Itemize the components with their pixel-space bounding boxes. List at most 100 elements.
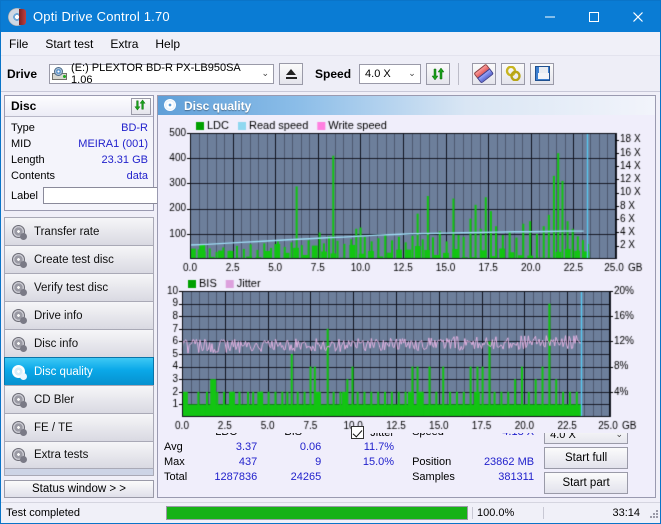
charts-container xyxy=(158,115,655,433)
disc-info-header: Disc xyxy=(5,96,153,117)
refresh-icon xyxy=(431,67,445,81)
samples-row: Samples 381311 xyxy=(412,470,534,485)
sidebar-item-label: Create test disc xyxy=(34,253,114,266)
status-window-button[interactable]: Status window > > xyxy=(4,480,154,498)
disc-row-mid: MID MEIRA1 (001) xyxy=(11,136,148,152)
window-title: Opti Drive Control 1.70 xyxy=(33,9,170,24)
disc-icon xyxy=(12,448,27,463)
speed-select-value: 4.0 X xyxy=(365,67,391,80)
jitter-avg-value: 11.7% xyxy=(363,441,395,453)
sidebar-item-drive-info[interactable]: Drive info xyxy=(4,301,154,329)
disc-row-contents: Contents data xyxy=(11,168,148,184)
disc-info-title: Disc xyxy=(11,99,37,113)
sidebar-item-cd-bler[interactable]: CD Bler xyxy=(4,385,154,413)
drive-select-value: (E:) PLEXTOR BD-R PX-LB950SA 1.06 xyxy=(71,61,241,86)
sidebar-item-label: FE / TE xyxy=(34,421,73,434)
toolbar-divider xyxy=(458,62,460,85)
row-label-total: Total xyxy=(164,471,188,483)
disc-icon xyxy=(12,224,27,240)
disc-row-value: data xyxy=(126,170,148,182)
sidebar-item-label: Disc info xyxy=(34,337,79,350)
menu-item-file[interactable]: File xyxy=(9,37,28,51)
disc-icon xyxy=(12,420,27,436)
drive-icon xyxy=(52,67,68,80)
resize-grip[interactable] xyxy=(648,508,658,518)
sidebar-item-label: Drive info xyxy=(34,309,83,322)
jitter-max-value: 15.0% xyxy=(362,456,395,468)
row-label-avg: Avg xyxy=(164,441,183,453)
menu-item-extra[interactable]: Extra xyxy=(110,37,138,51)
disc-label-key: Label xyxy=(11,189,38,202)
chevron-down-icon: ⌄ xyxy=(408,68,416,78)
error-stats-table: LDC BIS Avg 3.37 0.06 Max 437 9 Total xyxy=(164,425,325,485)
table-row: Total 1287836 24265 xyxy=(164,470,325,485)
minimize-icon[interactable] xyxy=(528,1,572,32)
menu-item-start-test[interactable]: Start test xyxy=(45,37,93,51)
sidebar-item-label: Transfer rate xyxy=(34,225,100,238)
eject-button[interactable] xyxy=(279,62,304,85)
progress-bar xyxy=(166,506,468,520)
disc-icon xyxy=(12,364,27,380)
ldc-total-value: 1287836 xyxy=(214,471,258,483)
chain-button[interactable] xyxy=(501,62,526,85)
close-icon[interactable] xyxy=(616,1,660,32)
disc-refresh-button[interactable] xyxy=(131,97,151,115)
chevron-down-icon: ⌄ xyxy=(261,68,270,78)
start-full-button[interactable]: Start full xyxy=(544,447,629,469)
statistics-panel: LDC BIS Avg 3.37 0.06 Max 437 9 Total xyxy=(158,423,655,497)
chain-icon xyxy=(505,65,522,82)
disc-row-key: Type xyxy=(11,122,35,134)
sidebar-item-disc-quality[interactable]: Disc quality xyxy=(4,357,154,385)
progress-percent: 100.0% xyxy=(472,507,543,519)
refresh-button[interactable] xyxy=(426,62,451,85)
ldc-avg-value: 3.37 xyxy=(235,441,258,453)
table-row: Avg 3.37 0.06 xyxy=(164,440,325,455)
eraser-icon xyxy=(473,63,495,84)
sidebar-item-disc-info[interactable]: Disc info xyxy=(4,329,154,357)
panel-header: Disc quality xyxy=(158,96,655,115)
position-value: 23862 MB xyxy=(483,456,535,468)
maximize-icon[interactable] xyxy=(572,1,616,32)
disc-quality-icon xyxy=(164,99,177,112)
disc-icon xyxy=(12,308,27,324)
save-button[interactable] xyxy=(530,62,555,85)
erase-button[interactable] xyxy=(472,62,497,85)
disc-icon xyxy=(12,252,27,268)
window-controls xyxy=(528,1,660,32)
sidebar-item-fe-te[interactable]: FE / TE xyxy=(4,413,154,441)
disc-icon xyxy=(12,280,27,296)
jitter-checkbox[interactable] xyxy=(351,426,365,439)
main-area: Disc Type BD-R MID MEIRA1 (001) Length 2… xyxy=(1,92,660,502)
sidebar-item-label: Disc quality xyxy=(34,365,93,378)
sidebar-item-verify-test-disc[interactable]: Verify test disc xyxy=(4,273,154,301)
sidebar-item-transfer-rate[interactable]: Transfer rate xyxy=(4,217,154,245)
start-part-button[interactable]: Start part xyxy=(544,472,629,494)
app-icon xyxy=(8,7,26,26)
disc-row-key: MID xyxy=(11,138,32,150)
left-panel: Disc Type BD-R MID MEIRA1 (001) Length 2… xyxy=(1,92,244,502)
speed-select[interactable]: 4.0 X ⌄ xyxy=(359,63,422,84)
bis-chart xyxy=(158,275,655,433)
menu-item-help[interactable]: Help xyxy=(155,37,180,51)
status-text: Test completed xyxy=(6,507,80,519)
speed-label: Speed xyxy=(315,66,352,81)
refresh-icon xyxy=(134,99,148,113)
disc-icon xyxy=(12,336,27,352)
disc-label-row: Label xyxy=(11,186,244,205)
sidebar-filler xyxy=(4,469,154,476)
disc-row-key: Contents xyxy=(11,170,56,182)
drive-select[interactable]: (E:) PLEXTOR BD-R PX-LB950SA 1.06 ⌄ xyxy=(49,61,275,86)
disc-info-box: Disc Type BD-R MID MEIRA1 (001) Length 2… xyxy=(4,95,244,211)
sidebar-item-create-test-disc[interactable]: Create test disc xyxy=(4,245,154,273)
status-bar: Test completed 100.0% 33:14 xyxy=(1,502,660,523)
table-row: Max 437 9 xyxy=(164,455,325,470)
menu-bar: File Start test Extra Help xyxy=(1,32,660,56)
speed-column: Speed 4.18 X Position 23862 MB Samples 3… xyxy=(412,425,534,485)
app-window: Opti Drive Control 1.70 File Start test … xyxy=(0,0,661,524)
position-label: Position xyxy=(412,456,452,468)
sidebar-item-extra-tests[interactable]: Extra tests xyxy=(4,441,154,469)
row-label-max: Max xyxy=(164,456,185,468)
spacer-row xyxy=(412,440,534,455)
disc-row-value: MEIRA1 (001) xyxy=(78,138,148,150)
eject-icon xyxy=(286,68,297,75)
